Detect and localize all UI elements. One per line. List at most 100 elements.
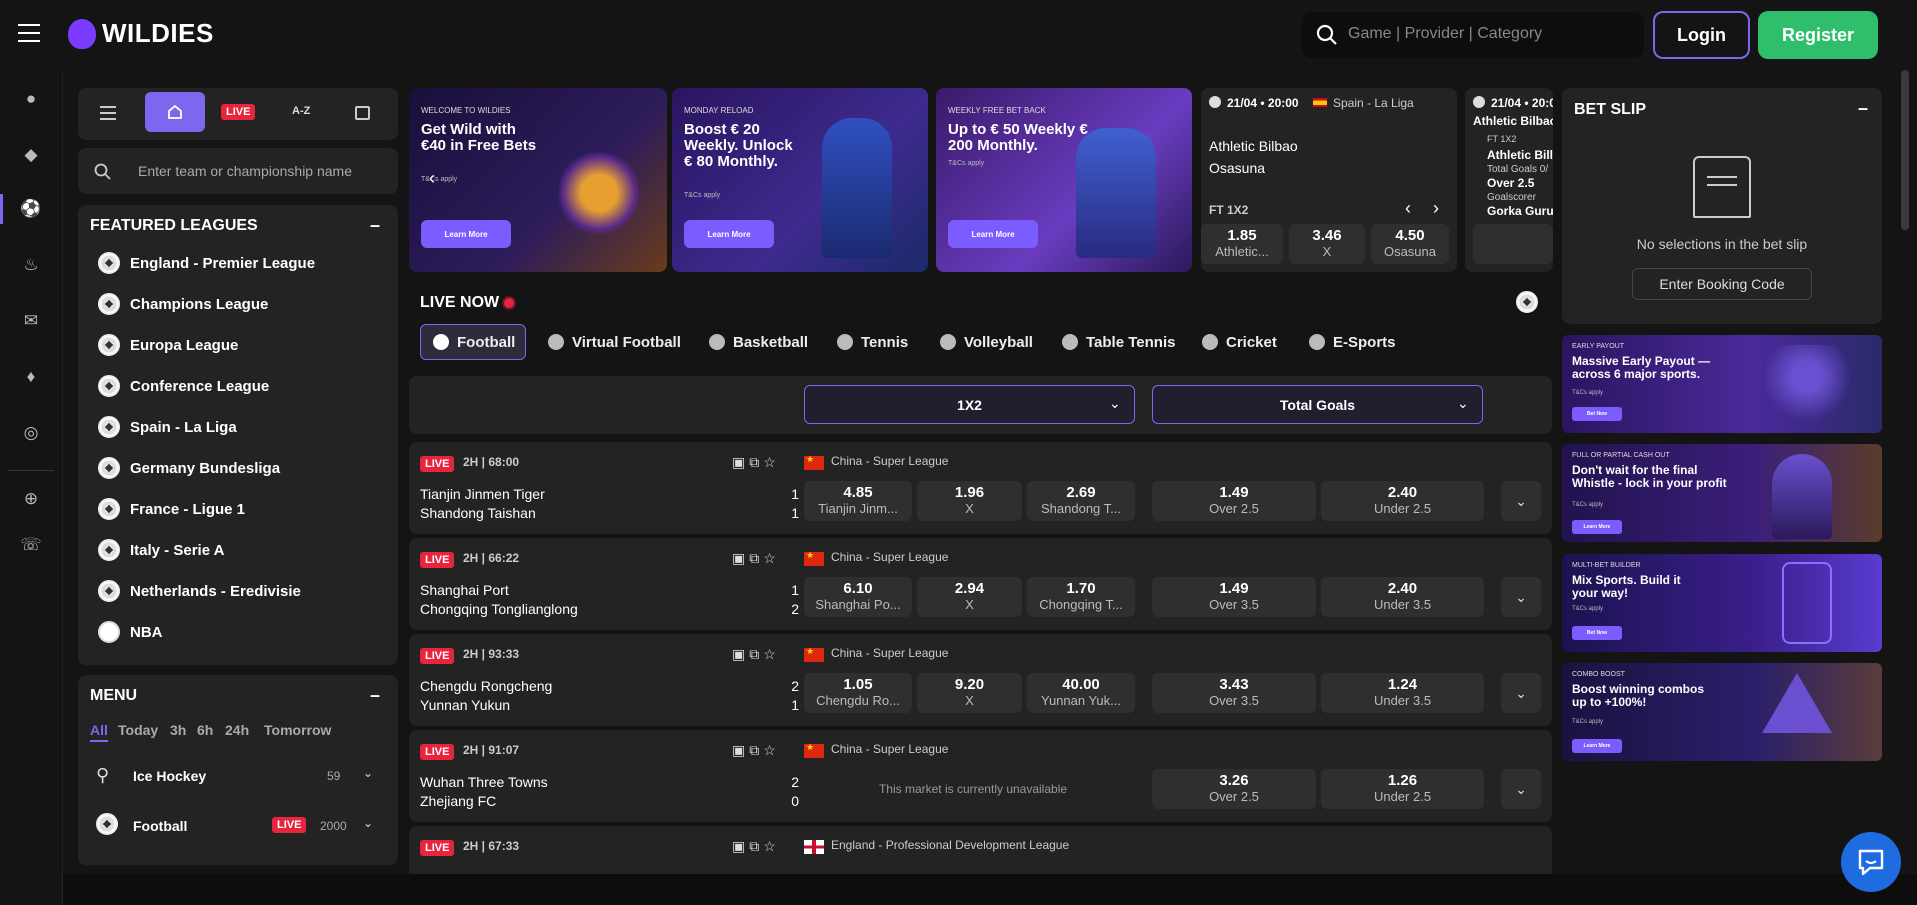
league-item[interactable]: Conference League [98,372,269,400]
odd-button[interactable]: 1.26 Under 2.5 [1321,769,1484,809]
odd-button[interactable]: 1.49 Over 2.5 [1152,481,1316,521]
odd-button[interactable]: 3.26 Over 2.5 [1152,769,1316,809]
tab-tennis[interactable]: Tennis [837,324,908,360]
stats-icon[interactable]: ▣⧉☆ [732,838,780,855]
register-button[interactable]: Register [1758,11,1878,59]
market-select-1x2[interactable]: 1X2 ⌄ [804,385,1135,424]
promo-early-payout[interactable]: EARLY PAYOUT Massive Early Payout — acro… [1562,335,1882,433]
collapse-icon[interactable]: – [370,685,380,706]
brand-logo[interactable]: WILDIES [68,18,214,49]
league-item[interactable]: Netherlands - Eredivisie [98,577,301,605]
odd-button[interactable]: 40.00 Yunnan Yuk... [1027,673,1135,713]
collapse-icon[interactable]: – [1858,98,1868,119]
time-filter-6h[interactable]: 6h [197,722,213,738]
stats-icon[interactable]: ▣⧉☆ [732,454,780,471]
odd-button[interactable]: 1.70 Chongqing T... [1027,577,1135,617]
league-item[interactable]: France - Ligue 1 [98,495,245,523]
chevron-left-icon[interactable]: ‹ [429,168,435,189]
menu-sport-item[interactable]: Football LIVE 2000 ⌄ [78,802,398,846]
league-item[interactable]: Spain - La Liga [98,413,237,441]
live-chat-button[interactable] [1841,832,1901,892]
time-filter-today[interactable]: Today [118,722,158,738]
team-search[interactable]: Enter team or championship name [78,148,398,194]
promo-multi-bet[interactable]: MULTI-BET BUILDER Mix Sports. Build it y… [1562,554,1882,652]
chevron-left-icon[interactable]: ‹ [1405,198,1411,219]
odd-button[interactable]: 6.10 Shanghai Po... [804,577,912,617]
match-row[interactable]: LIVE 2H | 68:00 ▣⧉☆ China - Super League… [409,442,1552,534]
megaphone-icon[interactable]: ✉ [20,310,42,332]
league-item[interactable]: England - Premier League [98,249,315,277]
odd-button[interactable]: 2.69 Shandong T... [1027,481,1135,521]
featured-match-card[interactable]: 21/04 • 20:00 Athletic Bilbao FT 1X2 Ath… [1465,88,1553,272]
promo-banner-freebet[interactable]: WEEKLY FREE BET BACK Up to € 50 Weekly €… [936,88,1192,272]
casino-icon[interactable]: ● [20,88,42,110]
odd-button[interactable]: 1.85 Athletic... [1201,224,1283,264]
promo-banner-monday[interactable]: MONDAY RELOAD Boost € 20 Weekly. Unlock … [672,88,928,272]
time-filter-all[interactable]: All [90,722,108,742]
match-row[interactable]: LIVE 2H | 91:07 ▣⧉☆ China - Super League… [409,730,1552,822]
learn-more-button[interactable]: Learn More [421,220,511,248]
league-item[interactable]: Germany Bundesliga [98,454,280,482]
odd-button[interactable]: 4.85 Tianjin Jinm... [804,481,912,521]
target-icon[interactable]: ◎ [20,422,42,444]
chevron-down-icon[interactable]: ⌄ [1501,673,1541,713]
tab-basketball[interactable]: Basketball [709,324,808,360]
match-row[interactable]: LIVE 2H | 93:33 ▣⧉☆ China - Super League… [409,634,1552,726]
menu-sport-item[interactable]: ⚲ Ice Hockey 59 ⌄ [78,753,398,797]
promo-banner-welcome[interactable]: WELCOME TO WILDIES Get Wild with €40 in … [409,88,667,272]
league-item[interactable]: NBA [98,618,163,646]
odd-button[interactable]: 3.43 Over 3.5 [1152,673,1316,713]
team-search-input[interactable]: Enter team or championship name [138,163,352,179]
chevron-down-icon[interactable]: ⌄ [363,816,373,830]
collapse-icon[interactable]: – [370,215,380,236]
game-search[interactable]: Game | Provider | Category [1302,12,1644,58]
odd-button[interactable]: 1.24 Under 3.5 [1321,673,1484,713]
learn-more-button[interactable]: Learn More [684,220,774,248]
list-view-icon[interactable] [100,106,116,120]
time-filter-3h[interactable]: 3h [170,722,186,738]
tab-cricket[interactable]: Cricket [1202,324,1277,360]
odd-button[interactable]: 1.05 Chengdu Ro... [804,673,912,713]
chat-icon[interactable]: ☏ [20,534,42,556]
soccer-ball-icon[interactable] [1516,291,1538,313]
odd-button[interactable]: 2.94 X [917,577,1022,617]
stats-icon[interactable]: ▣⧉☆ [732,550,780,567]
odd-button[interactable]: 3.46 X [1289,224,1365,264]
league-item[interactable]: Italy - Serie A [98,536,224,564]
globe-icon[interactable]: ⊕ [20,488,42,510]
booking-code-button[interactable]: Enter Booking Code [1632,268,1812,300]
tab-football[interactable]: Football [420,324,526,360]
chevron-down-icon[interactable]: ⌄ [1501,769,1541,809]
promo-combo-boost[interactable]: COMBO BOOST Boost winning combos up to +… [1562,663,1882,761]
learn-more-button[interactable]: Learn More [948,220,1038,248]
tab-e-sports[interactable]: E-Sports [1309,324,1396,360]
stats-icon[interactable]: ▣⧉☆ [732,646,780,663]
chevron-right-icon[interactable]: › [1433,198,1439,219]
odd-button[interactable]: 1.49 Over 3.5 [1152,577,1316,617]
diamond-icon[interactable]: ♦ [20,366,42,388]
odd-button[interactable]: 2.40 Under 3.5 [1321,577,1484,617]
menu-toggle-icon[interactable] [18,24,40,42]
tab-volleyball[interactable]: Volleyball [940,324,1033,360]
dice-icon[interactable]: ◆ [20,144,42,166]
chevron-down-icon[interactable]: ⌄ [1501,481,1541,521]
az-tab[interactable]: A-Z [292,105,310,117]
login-button[interactable]: Login [1653,11,1750,59]
chevron-down-icon[interactable]: ⌄ [363,766,373,780]
match-row[interactable]: LIVE 2H | 67:33 ▣⧉☆ England - Profession… [409,826,1552,874]
featured-match-card[interactable]: 21/04 • 20:00 Spain - La Liga Athletic B… [1201,88,1457,272]
time-filter-tomorrow[interactable]: Tomorrow [264,722,331,738]
league-item[interactable]: Europa League [98,331,238,359]
odd-button[interactable]: 2.40 Under 2.5 [1321,481,1484,521]
page-scrollbar[interactable] [1901,70,1909,230]
odd-button[interactable] [1473,224,1553,264]
search-input[interactable]: Game | Provider | Category [1348,25,1542,43]
chevron-down-icon[interactable]: ⌄ [1501,577,1541,617]
home-tab[interactable] [145,92,205,132]
tab-virtual-football[interactable]: Virtual Football [548,324,681,360]
sports-icon[interactable]: ⚽ [20,198,42,220]
tab-table-tennis[interactable]: Table Tennis [1062,324,1175,360]
market-select-total-goals[interactable]: Total Goals ⌄ [1152,385,1483,424]
time-filter-24h[interactable]: 24h [225,722,249,738]
flame-icon[interactable]: ♨ [20,254,42,276]
